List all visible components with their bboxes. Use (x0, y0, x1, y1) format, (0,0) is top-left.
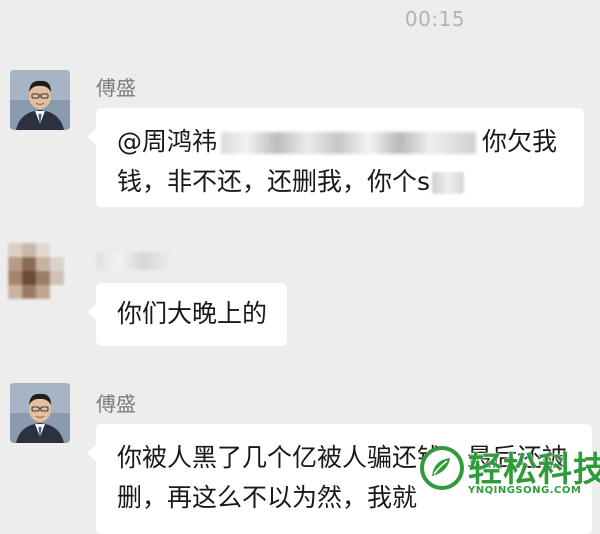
watermark-logo-icon (420, 446, 464, 490)
site-watermark: 轻松科技 YNQINGSONG.COM (420, 442, 600, 500)
sender-name-redacted (96, 252, 174, 270)
message-text: 你们大晚上的 (117, 299, 268, 328)
redacted-text (221, 132, 477, 154)
message-text: 钱，非不还，还删我，你个s (117, 167, 431, 196)
message-bubble[interactable]: 你们大晚上的 (86, 283, 288, 346)
message-text: @周鸿祎 (117, 127, 218, 156)
watermark-text: 轻松科技 (468, 450, 600, 490)
avatar-blurred[interactable] (0, 233, 70, 303)
avatar-fu-sheng[interactable] (10, 70, 70, 130)
avatar-fu-sheng[interactable] (10, 383, 70, 443)
timestamp: 00:15 (404, 7, 466, 31)
message-text: 删，再这么不以为然，我就 (117, 483, 418, 512)
message-bubble[interactable]: @周鸿祎 你欠我 钱，非不还，还删我，你个s (87, 108, 584, 207)
sender-name: 傅盛 (96, 392, 136, 416)
message-text: 你欠我 (482, 127, 558, 156)
sender-name: 傅盛 (96, 76, 136, 100)
watermark-domain: YNQINGSONG.COM (468, 485, 582, 496)
redacted-text (432, 172, 465, 194)
